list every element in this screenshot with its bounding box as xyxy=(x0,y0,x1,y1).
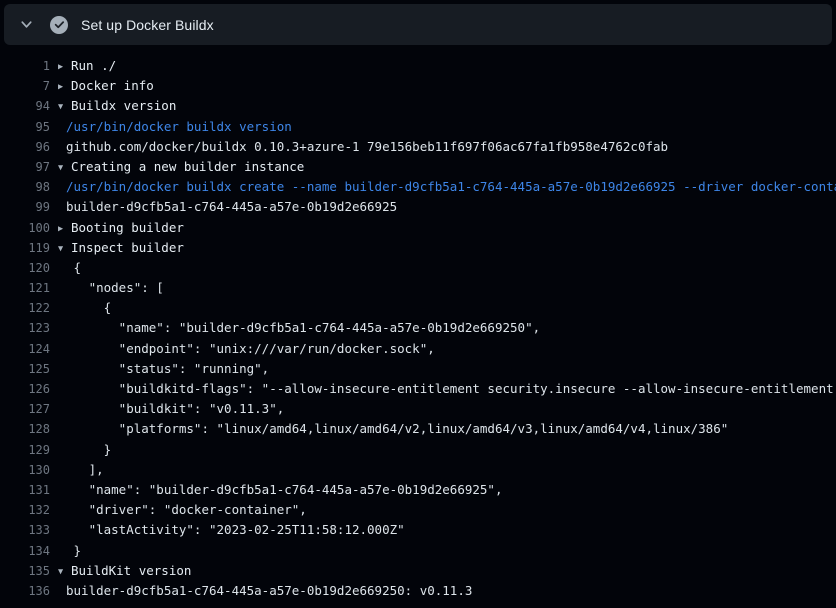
line-number[interactable]: 131 xyxy=(0,480,50,500)
log-line: 123 "name": "builder-d9cfb5a1-c764-445a-… xyxy=(0,318,836,338)
output-text: "nodes": [ xyxy=(66,278,164,298)
log-line: 122 { xyxy=(0,298,836,318)
log-line: 98/usr/bin/docker buildx create --name b… xyxy=(0,177,836,197)
output-text: "platforms": "linux/amd64,linux/amd64/v2… xyxy=(66,419,728,439)
log-group-row[interactable]: 94 ▼Buildx version xyxy=(0,96,836,116)
line-number[interactable]: 135 xyxy=(0,561,50,581)
group-title: Run ./ xyxy=(71,58,116,73)
log-group-row[interactable]: 1 ▶Run ./ xyxy=(0,56,836,76)
output-text: } xyxy=(66,440,111,460)
log-group-row[interactable]: 119 ▼Inspect builder xyxy=(0,238,836,258)
log-group-row[interactable]: 100 ▶Booting builder xyxy=(0,218,836,238)
output-text: builder-d9cfb5a1-c764-445a-a57e-0b19d2e6… xyxy=(66,581,472,601)
triangle-down-icon[interactable]: ▼ xyxy=(58,97,71,116)
output-text: "buildkitd-flags": "--allow-insecure-ent… xyxy=(66,379,836,399)
group-title: Booting builder xyxy=(71,220,184,235)
log-line: 121 "nodes": [ xyxy=(0,278,836,298)
line-number[interactable]: 133 xyxy=(0,520,50,540)
output-text: "buildkit": "v0.11.3", xyxy=(66,399,284,419)
log-line: 127 "buildkit": "v0.11.3", xyxy=(0,399,836,419)
log-line: 136 builder-d9cfb5a1-c764-445a-a57e-0b19d… xyxy=(0,581,836,601)
line-number[interactable]: 132 xyxy=(0,500,50,520)
line-number[interactable]: 126 xyxy=(0,379,50,399)
line-number[interactable]: 127 xyxy=(0,399,50,419)
log-line: 124 "endpoint": "unix:///var/run/docker.… xyxy=(0,339,836,359)
log-line: 128 "platforms": "linux/amd64,linux/amd6… xyxy=(0,419,836,439)
line-number[interactable]: 125 xyxy=(0,359,50,379)
log-line: 99 builder-d9cfb5a1-c764-445a-a57e-0b19d2… xyxy=(0,197,836,217)
line-number[interactable]: 98 xyxy=(0,177,50,197)
line-number[interactable]: 124 xyxy=(0,339,50,359)
triangle-right-icon[interactable]: ▶ xyxy=(58,77,71,96)
triangle-right-icon[interactable]: ▶ xyxy=(58,219,71,238)
log-line: 132 "driver": "docker-container", xyxy=(0,500,836,520)
log-line: 133 "lastActivity": "2023-02-25T11:58:12… xyxy=(0,520,836,540)
log-line: 120 { xyxy=(0,258,836,278)
group-title: Buildx version xyxy=(71,98,176,113)
line-number[interactable]: 134 xyxy=(0,541,50,561)
line-number[interactable]: 129 xyxy=(0,440,50,460)
output-text: builder-d9cfb5a1-c764-445a-a57e-0b19d2e6… xyxy=(66,197,397,217)
command-text: /usr/bin/docker buildx create --name bui… xyxy=(66,177,836,197)
log-line: 130 ], xyxy=(0,460,836,480)
command-text: /usr/bin/docker buildx version xyxy=(66,117,292,137)
triangle-down-icon[interactable]: ▼ xyxy=(58,158,71,177)
line-number[interactable]: 7 xyxy=(0,76,50,96)
output-text: "status": "running", xyxy=(66,359,269,379)
output-text: { xyxy=(66,258,81,278)
chevron-down-icon[interactable] xyxy=(18,17,34,33)
output-text: "endpoint": "unix:///var/run/docker.sock… xyxy=(66,339,435,359)
line-number[interactable]: 100 xyxy=(0,218,50,238)
group-title: Docker info xyxy=(71,78,154,93)
line-number[interactable]: 120 xyxy=(0,258,50,278)
output-text: ], xyxy=(66,460,104,480)
log-line: 131 "name": "builder-d9cfb5a1-c764-445a-… xyxy=(0,480,836,500)
log-line: 96 github.com/docker/buildx 0.10.3+azure-… xyxy=(0,137,836,157)
output-text: "name": "builder-d9cfb5a1-c764-445a-a57e… xyxy=(66,318,540,338)
line-number[interactable]: 95 xyxy=(0,117,50,137)
line-number[interactable]: 94 xyxy=(0,96,50,116)
log-line: 95/usr/bin/docker buildx version xyxy=(0,117,836,137)
line-number[interactable]: 119 xyxy=(0,238,50,258)
line-number[interactable]: 128 xyxy=(0,419,50,439)
triangle-right-icon[interactable]: ▶ xyxy=(58,57,71,76)
log-line: 134 } xyxy=(0,541,836,561)
group-title: Creating a new builder instance xyxy=(71,159,304,174)
log-group-row[interactable]: 7 ▶Docker info xyxy=(0,76,836,96)
group-title: BuildKit version xyxy=(71,563,191,578)
output-text: } xyxy=(66,541,81,561)
step-title: Set up Docker Buildx xyxy=(81,17,214,33)
output-text: "lastActivity": "2023-02-25T11:58:12.000… xyxy=(66,520,405,540)
line-number[interactable]: 130 xyxy=(0,460,50,480)
line-number[interactable]: 97 xyxy=(0,157,50,177)
line-number[interactable]: 99 xyxy=(0,197,50,217)
line-number[interactable]: 1 xyxy=(0,56,50,76)
line-number[interactable]: 96 xyxy=(0,137,50,157)
log-group-row[interactable]: 97 ▼Creating a new builder instance xyxy=(0,157,836,177)
log-viewer: 1▶Run ./7▶Docker info94▼Buildx version95… xyxy=(0,45,836,601)
triangle-down-icon[interactable]: ▼ xyxy=(58,562,71,581)
log-group-row[interactable]: 135 ▼BuildKit version xyxy=(0,561,836,581)
output-text: "driver": "docker-container", xyxy=(66,500,307,520)
line-number[interactable]: 123 xyxy=(0,318,50,338)
triangle-down-icon[interactable]: ▼ xyxy=(58,239,71,258)
step-header[interactable]: Set up Docker Buildx xyxy=(4,4,832,45)
log-line: 125 "status": "running", xyxy=(0,359,836,379)
log-line: 126 "buildkitd-flags": "--allow-insecure… xyxy=(0,379,836,399)
group-title: Inspect builder xyxy=(71,240,184,255)
output-text: { xyxy=(66,298,111,318)
line-number[interactable]: 122 xyxy=(0,298,50,318)
line-number[interactable]: 136 xyxy=(0,581,50,601)
success-check-icon xyxy=(50,16,68,34)
line-number[interactable]: 121 xyxy=(0,278,50,298)
output-text: github.com/docker/buildx 0.10.3+azure-1 … xyxy=(66,137,668,157)
log-line: 129 } xyxy=(0,440,836,460)
output-text: "name": "builder-d9cfb5a1-c764-445a-a57e… xyxy=(66,480,503,500)
